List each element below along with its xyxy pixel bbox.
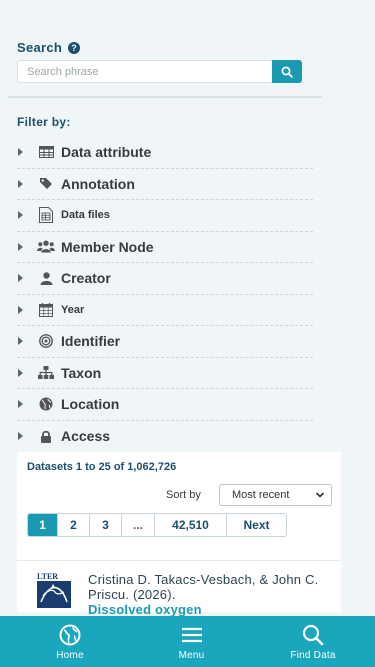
caret-right-icon [18, 400, 23, 409]
filter-label: Identifier [61, 333, 121, 350]
filter-label: Member Node [61, 238, 154, 255]
search-panel: Search ? Filter by: Data attribute Annot… [0, 0, 341, 667]
user-icon [37, 270, 55, 286]
nav-label: Home [56, 650, 84, 661]
result-citation: Cristina D. Takacs-Vesbach, & John C. Pr… [88, 572, 320, 617]
nav-label: Menu [178, 650, 205, 661]
lock-icon [37, 428, 55, 444]
help-icon[interactable]: ? [68, 41, 81, 54]
tag-icon [37, 176, 55, 192]
filter-annotation[interactable]: Annotation [17, 169, 313, 200]
result-title-link[interactable]: Dissolved oxygen [88, 602, 320, 617]
caret-right-icon [18, 242, 23, 251]
search-label: Search [17, 40, 63, 55]
filter-heading: Filter by: [17, 115, 71, 129]
page-button[interactable]: 1 [28, 514, 58, 536]
filter-data-attribute[interactable]: Data attribute [17, 137, 313, 169]
sitemap-icon [37, 365, 55, 381]
caret-right-icon [18, 274, 23, 283]
globe-icon [37, 396, 55, 412]
bottom-nav: Home Menu Find Data [0, 616, 375, 667]
filter-taxon[interactable]: Taxon [17, 358, 313, 389]
results-panel: Datasets 1 to 25 of 1,062,726 Sort by Mo… [17, 452, 341, 617]
nav-menu[interactable]: Menu [160, 616, 224, 667]
filter-label: Data files [61, 209, 110, 222]
search-icon [302, 624, 324, 646]
hamburger-icon [181, 627, 202, 643]
page-ellipsis: ... [122, 514, 155, 536]
sort-selected-value: Most recent [232, 489, 290, 501]
search-button[interactable] [272, 60, 302, 83]
filter-label: Annotation [61, 175, 135, 192]
logo-text: LTER [37, 572, 58, 581]
search-icon [281, 66, 293, 78]
divider [17, 560, 341, 561]
filter-access[interactable]: Access [17, 421, 313, 453]
pagination: 1 2 3 ... 42,510 Next [27, 513, 287, 537]
filter-label: Data attribute [61, 144, 152, 161]
page-button-last[interactable]: 42,510 [155, 514, 227, 536]
filter-label: Location [61, 396, 120, 413]
caret-right-icon [18, 368, 23, 377]
filter-member-node[interactable]: Member Node [17, 232, 313, 263]
page-button[interactable]: 2 [58, 514, 90, 536]
results-count: Datasets 1 to 25 of 1,062,726 [27, 461, 177, 473]
filter-data-files[interactable]: Data files [17, 200, 313, 232]
filter-label: Access [61, 428, 111, 445]
filter-label: Taxon [61, 364, 102, 381]
filter-identifier[interactable]: Identifier [17, 326, 313, 358]
search-heading: Search ? [17, 40, 81, 55]
result-authors: Cristina D. Takacs-Vesbach, & John C. Pr… [88, 572, 319, 602]
filter-year[interactable]: Year [17, 295, 313, 326]
page-button[interactable]: 3 [90, 514, 122, 536]
filter-label: Year [61, 303, 85, 316]
filter-label: Creator [61, 270, 111, 287]
search-input[interactable] [17, 60, 273, 83]
table-icon [37, 144, 55, 160]
globe-icon [59, 624, 81, 646]
caret-right-icon [18, 337, 23, 346]
next-page-button[interactable]: Next [227, 514, 286, 536]
nav-find-data[interactable]: Find Data [281, 616, 345, 667]
bullseye-icon [37, 333, 55, 349]
chevron-down-icon [315, 492, 325, 498]
nav-label: Find Data [290, 650, 336, 661]
sort-select[interactable]: Most recent [219, 484, 332, 506]
sort-label: Sort by [166, 489, 201, 501]
file-table-icon [37, 207, 55, 224]
calendar-icon [37, 302, 55, 318]
filter-list: Data attribute Annotation Data files Mem… [17, 137, 313, 452]
filter-location[interactable]: Location [17, 389, 313, 421]
divider [8, 96, 322, 98]
caret-right-icon [18, 148, 23, 157]
lter-logo: LTER [37, 572, 71, 608]
caret-right-icon [18, 211, 23, 220]
filter-creator[interactable]: Creator [17, 263, 313, 295]
caret-right-icon [18, 305, 23, 314]
caret-right-icon [18, 179, 23, 188]
nav-home[interactable]: Home [38, 616, 102, 667]
users-icon [37, 239, 55, 255]
caret-right-icon [18, 432, 23, 441]
